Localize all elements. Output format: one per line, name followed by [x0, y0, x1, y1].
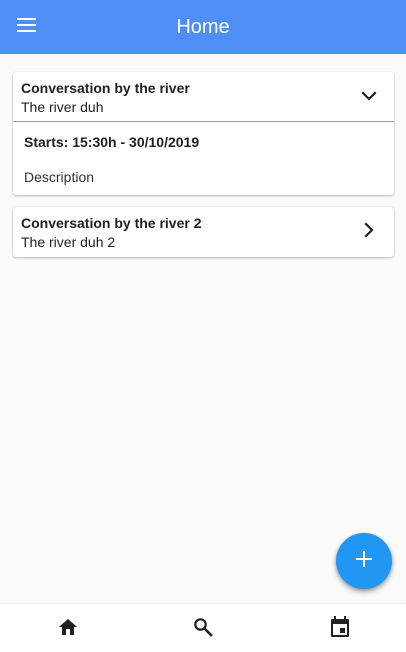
chevron-down-icon [361, 88, 377, 106]
event-card: Conversation by the river 2 The river du… [13, 207, 394, 257]
calendar-icon [330, 615, 350, 643]
event-card-header[interactable]: Conversation by the river 2 The river du… [13, 207, 394, 257]
event-card-header[interactable]: Conversation by the river The river duh [13, 72, 394, 122]
event-location: The river duh 2 [21, 234, 116, 250]
search-icon [193, 617, 213, 642]
page-title: Home [176, 16, 230, 38]
event-title: Conversation by the river 2 [21, 215, 202, 231]
event-start-time: Starts: 15:30h - 30/10/2019 [24, 134, 200, 150]
event-card: Conversation by the river The river duh … [13, 72, 394, 195]
expand-toggle[interactable] [358, 221, 380, 243]
expand-toggle[interactable] [358, 86, 380, 108]
app: Home Conversation by the river The river… [0, 0, 406, 652]
chevron-right-icon [364, 221, 374, 243]
nav-item-calendar[interactable] [327, 615, 353, 643]
nav-item-home[interactable] [55, 616, 81, 642]
app-bar: Home [0, 0, 406, 54]
menu-button[interactable] [13, 13, 41, 41]
event-location: The river duh [21, 99, 104, 115]
add-icon [356, 550, 372, 572]
event-description: Description [24, 169, 95, 185]
bottom-navigation [0, 604, 406, 652]
home-icon [58, 618, 78, 641]
event-title: Conversation by the river [21, 80, 190, 96]
menu-icon [17, 17, 37, 38]
nav-item-search[interactable] [190, 616, 216, 642]
add-event-button[interactable] [336, 533, 392, 589]
